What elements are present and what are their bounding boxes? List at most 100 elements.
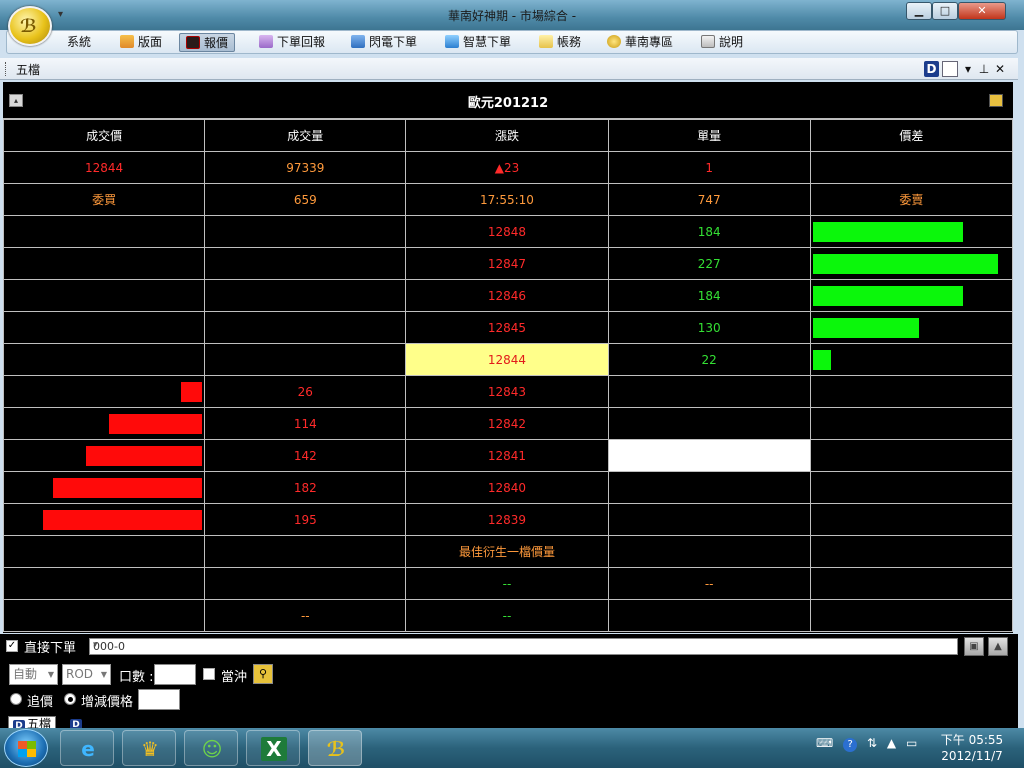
ask-bar-cell: [809, 407, 1014, 440]
messenger-icon[interactable]: ☺: [184, 730, 238, 766]
ask-price[interactable]: 12847: [405, 247, 609, 280]
ask-row: 12848 184: [2, 215, 1014, 248]
spread-value: [809, 151, 1014, 184]
close-button[interactable]: ✕: [958, 2, 1006, 20]
help-icon[interactable]: ?: [843, 738, 858, 752]
start-button[interactable]: [4, 729, 48, 767]
bid-price[interactable]: 12842: [405, 407, 609, 440]
last-lot: 1: [607, 151, 811, 184]
tick-adjust-input[interactable]: [138, 689, 180, 710]
qty-input[interactable]: [154, 664, 196, 685]
quote-time: 17:55:10: [405, 183, 609, 216]
monitor-icon[interactable]: ▭: [906, 736, 917, 750]
ask-qty-cell: [607, 407, 811, 440]
expand-up-button[interactable]: ▲: [988, 637, 1008, 656]
keyboard-icon[interactable]: ⌨: [816, 736, 833, 750]
ask-row: 12844 22: [2, 343, 1014, 376]
window-icon[interactable]: [942, 61, 958, 77]
bid-price[interactable]: 12843: [405, 375, 609, 408]
menu-order-report[interactable]: 下單回報: [253, 33, 331, 52]
ask-qty: 184: [607, 279, 811, 312]
account-select[interactable]: 000-0 ▾: [89, 638, 958, 655]
panel-close-icon[interactable]: ✕: [994, 61, 1006, 77]
order-type-value: ROD: [66, 667, 94, 681]
menu-account[interactable]: 帳務: [533, 33, 587, 52]
bid-bar-cell: [2, 279, 206, 312]
bid-depth-bar: [53, 478, 203, 498]
derived-bid-row: -- --: [2, 599, 1014, 632]
minimize-button[interactable]: ▁: [906, 2, 932, 20]
ie-glyph: e: [81, 737, 95, 761]
pin-icon[interactable]: ⊥: [978, 61, 990, 77]
tick-adjust-radio[interactable]: [64, 693, 76, 705]
hnc-app-glyph: ℬ: [326, 737, 346, 761]
quick-menu-chevron-icon[interactable]: ▾: [58, 9, 63, 20]
excel-icon[interactable]: X: [246, 730, 300, 766]
order-type-select[interactable]: ROD ▼: [62, 664, 111, 685]
menu-quote[interactable]: 報價: [179, 33, 236, 52]
tick-adjust-label: 增減價格: [81, 695, 134, 710]
ask-bar-cell: [809, 279, 1014, 312]
maximize-button[interactable]: □: [932, 2, 958, 20]
header-lot: 單量: [607, 119, 811, 152]
header-row: 成交價 成交量 漲跌 單量 價差: [2, 119, 1014, 152]
total-volume: 97339: [204, 151, 407, 184]
ask-bar-cell: [809, 247, 1014, 280]
ask-bar-cell: [809, 343, 1014, 376]
best-derived-label: 最佳衍生一檔價量: [405, 535, 609, 568]
panel-menu-chevron-icon[interactable]: ▾: [962, 61, 974, 77]
summary-row: 12844 97339 ▲23 1: [2, 151, 1014, 184]
ask-price[interactable]: 12848: [405, 215, 609, 248]
search-icon[interactable]: ⚲: [253, 664, 273, 684]
selected-cell[interactable]: [607, 439, 811, 472]
ask-qty-cell: [607, 471, 811, 504]
layout-icon: [120, 35, 134, 48]
menu-help[interactable]: 說明: [695, 33, 749, 52]
ask-depth-bar: [812, 318, 919, 338]
clock[interactable]: 下午 05:55 2012/11/7: [930, 732, 1014, 764]
qty-label: 口數 :: [119, 670, 154, 685]
bid-price[interactable]: 12841: [405, 439, 609, 472]
app-logo-icon[interactable]: ℬ: [8, 6, 52, 46]
lock-icon[interactable]: [989, 94, 1003, 107]
hnc-app-icon[interactable]: ℬ: [308, 730, 362, 766]
crown-icon[interactable]: ♛: [122, 730, 176, 766]
bid-price[interactable]: 12840: [405, 471, 609, 504]
app-window: 華南好神期 - 市場綜合 - ▾ ▁ □ ✕ ℬ 系統 版面 報價 下單回報 閃…: [0, 0, 1024, 732]
clock-date: 2012/11/7: [941, 749, 1003, 763]
ask-total: 747: [607, 183, 811, 216]
empty-cell: [607, 599, 811, 632]
daytrade-checkbox[interactable]: [203, 668, 215, 680]
bid-bar-cell: [2, 471, 206, 504]
menu-smart-order[interactable]: 智慧下單: [439, 33, 517, 52]
show-hidden-icon[interactable]: ▲: [887, 736, 896, 750]
ask-row: 12847 227: [2, 247, 1014, 280]
bid-price[interactable]: 12839: [405, 503, 609, 536]
menu-lightning-order[interactable]: 閃電下單: [345, 33, 423, 52]
ask-depth-bar: [812, 254, 998, 274]
lock-button[interactable]: ▣: [964, 637, 984, 656]
drag-grip-icon[interactable]: [5, 62, 8, 76]
menu-layout[interactable]: 版面: [114, 33, 168, 52]
header-volume: 成交量: [204, 119, 407, 152]
derived-bid-qty: --: [204, 599, 407, 632]
direct-order-checkbox[interactable]: ✓: [6, 640, 18, 652]
bid-qty: 114: [204, 407, 407, 440]
bid-label: 委買: [2, 183, 206, 216]
dde-icon[interactable]: D: [924, 61, 939, 77]
ask-price[interactable]: 12846: [405, 279, 609, 312]
menu-system[interactable]: 系統: [61, 33, 97, 52]
ask-depth-bar: [812, 286, 963, 306]
menu-hnc-zone[interactable]: 華南專區: [601, 33, 679, 52]
ask-price-highlighted[interactable]: 12844: [405, 343, 609, 376]
subheader-row: 委買 659 17:55:10 747 委賣: [2, 183, 1014, 216]
network-icon[interactable]: ⇅: [867, 736, 877, 750]
ie-icon[interactable]: e: [60, 730, 114, 766]
quote-icon: [186, 36, 200, 49]
menu-hnc-zone-label: 華南專區: [625, 35, 674, 49]
mode-select[interactable]: 自動 ▼: [9, 664, 58, 685]
chase-price-radio[interactable]: [10, 693, 22, 705]
menu-layout-label: 版面: [138, 35, 163, 49]
panel-title: 五檔: [16, 63, 41, 77]
ask-price[interactable]: 12845: [405, 311, 609, 344]
